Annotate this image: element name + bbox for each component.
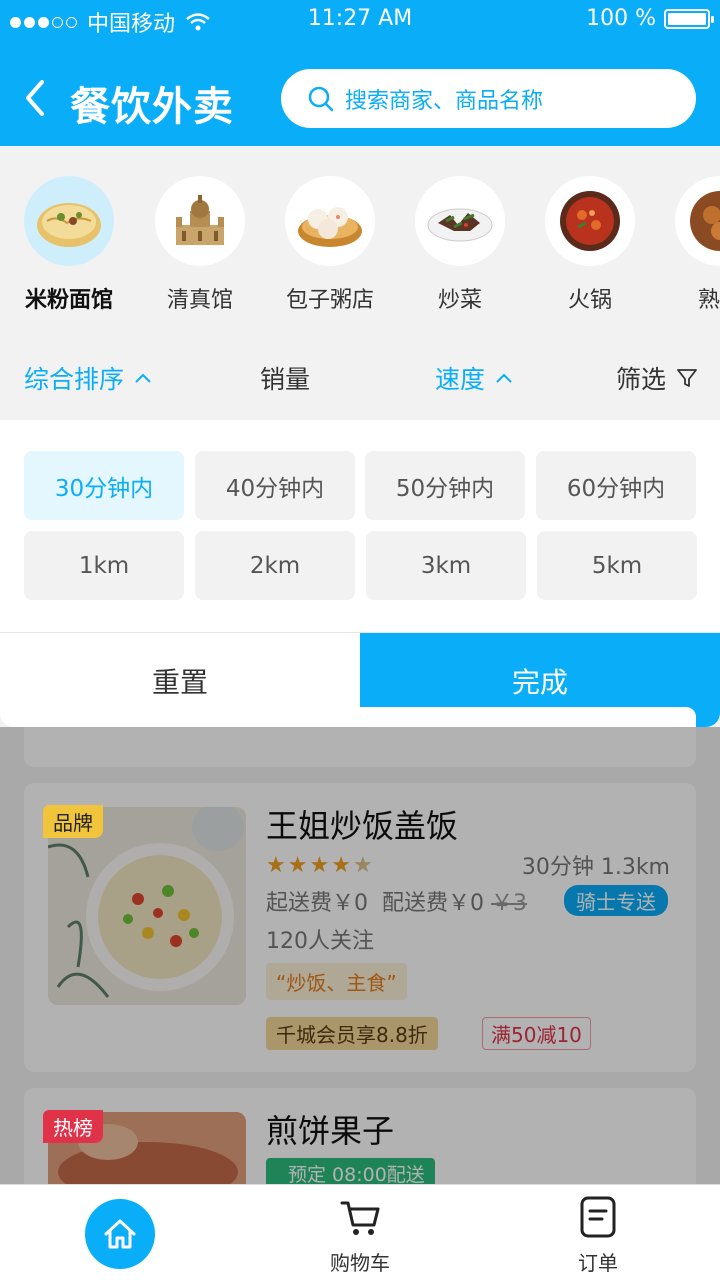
sort-speed[interactable]: 速度: [435, 360, 513, 396]
rider-badge: 骑士专送: [564, 885, 668, 916]
time-chip-40[interactable]: 40分钟内: [195, 451, 355, 520]
shop-name: 王姐炒饭盖饭: [266, 807, 459, 845]
star-icon: ★: [287, 853, 308, 878]
category-label: 炒菜: [437, 288, 482, 313]
filter-icon: [677, 369, 697, 387]
search-icon: [308, 86, 334, 111]
category-label: 熟食: [697, 288, 720, 313]
rating-stars: ★ ★ ★ ★ ★: [266, 853, 373, 878]
filter-panel: 30分钟内 40分钟内 50分钟内 60分钟内 1km 2km 3km 5km: [0, 420, 720, 632]
min-order: 起送费￥0: [266, 891, 368, 916]
hot-badge: 热榜: [43, 1110, 103, 1143]
distance-chip-5km[interactable]: 5km: [537, 531, 697, 600]
deli-icon: [675, 176, 720, 266]
vip-offer-badge: 千城会员享8.8折: [266, 1017, 438, 1050]
category-item-hotpot[interactable]: 火锅: [525, 176, 655, 314]
battery-percent: 100 %: [586, 6, 656, 31]
tab-bar: 购物车 订单: [0, 1184, 720, 1280]
distance-chip-2km[interactable]: 2km: [195, 531, 355, 600]
mosque-icon: [155, 176, 245, 266]
sort-filter[interactable]: 筛选: [616, 360, 698, 396]
home-icon: [85, 1199, 155, 1269]
shop-card-partial[interactable]: [24, 707, 696, 767]
category-item-deli[interactable]: 熟食: [655, 176, 720, 314]
cart-icon: [340, 1201, 380, 1235]
sort-overall[interactable]: 综合排序: [24, 360, 152, 396]
battery-info: 100 %: [586, 6, 714, 31]
category-list: 米粉面馆 清真馆 包子粥店 炒菜 火锅 熟: [0, 146, 720, 336]
category-label: 包子粥店: [285, 288, 374, 313]
category-item-stir-fry[interactable]: 炒菜: [395, 176, 525, 314]
category-label: 米粉面馆: [24, 288, 113, 313]
delivery-fee: 配送费￥0 ￥3: [382, 891, 527, 916]
sort-filter-label: 筛选: [616, 365, 667, 394]
sort-sales-label: 销量: [260, 365, 311, 394]
time-chip-30[interactable]: 30分钟内: [24, 451, 184, 520]
category-item-buns[interactable]: 包子粥店: [265, 176, 395, 314]
bun-icon: [285, 176, 375, 266]
star-icon: ★: [309, 853, 330, 878]
search-placeholder: 搜索商家、商品名称: [345, 88, 544, 114]
brand-badge: 品牌: [43, 805, 103, 838]
tab-cart[interactable]: 购物车: [240, 1185, 480, 1280]
tab-home[interactable]: [0, 1185, 240, 1280]
sort-bar: 综合排序 销量 速度 筛选: [0, 336, 720, 420]
keyword-tag: “炒饭、主食”: [266, 963, 407, 1000]
sort-sales[interactable]: 销量: [260, 360, 310, 396]
time-distance: 30分钟 1.3km: [521, 855, 670, 880]
sort-speed-label: 速度: [435, 365, 486, 394]
distance-chip-1km[interactable]: 1km: [24, 531, 184, 600]
stir-fry-icon: [415, 176, 505, 266]
page-title: 餐饮外卖: [70, 84, 234, 130]
chevron-up-icon: [496, 373, 512, 383]
category-item-halal[interactable]: 清真馆: [135, 176, 265, 314]
star-icon: ★: [266, 853, 286, 878]
shop-card[interactable]: 品牌 王姐炒饭盖饭 ★ ★ ★ ★ ★ 30分钟 1.3km 起送费￥0 配送费…: [24, 783, 696, 1072]
promo-badge: 满50减10: [482, 1017, 591, 1050]
category-item-noodles[interactable]: 米粉面馆: [4, 176, 134, 314]
status-bar: 中国移动 11:27 AM 100 %: [0, 0, 720, 40]
original-fee: ￥3: [491, 891, 527, 916]
category-label: 清真馆: [166, 288, 233, 313]
app-header: 中国移动 11:27 AM 100 % 餐饮外卖 搜索商家、商品名称: [0, 0, 720, 146]
noodle-icon: [24, 176, 114, 266]
time-chip-60[interactable]: 60分钟内: [536, 451, 696, 520]
fee-info: 起送费￥0 配送费￥0 ￥3: [266, 885, 527, 917]
sort-overall-label: 综合排序: [24, 365, 125, 394]
distance-chip-3km[interactable]: 3km: [366, 531, 526, 600]
tab-orders-label: 订单: [578, 1251, 618, 1275]
star-icon: ★: [331, 853, 351, 878]
shop-name: 煎饼果子: [266, 1112, 395, 1150]
tab-orders[interactable]: 订单: [478, 1185, 718, 1280]
back-icon[interactable]: [20, 78, 50, 118]
category-label: 火锅: [567, 288, 612, 313]
time-chip-50[interactable]: 50分钟内: [365, 451, 525, 520]
battery-icon: [664, 8, 714, 29]
order-icon: [580, 1196, 616, 1238]
followers-count: 120人关注: [266, 929, 374, 954]
half-star-icon: ★: [352, 853, 373, 878]
tab-cart-label: 购物车: [330, 1251, 390, 1275]
search-input[interactable]: 搜索商家、商品名称: [281, 69, 696, 128]
chevron-up-icon: [135, 373, 151, 383]
hotpot-icon: [545, 176, 635, 266]
